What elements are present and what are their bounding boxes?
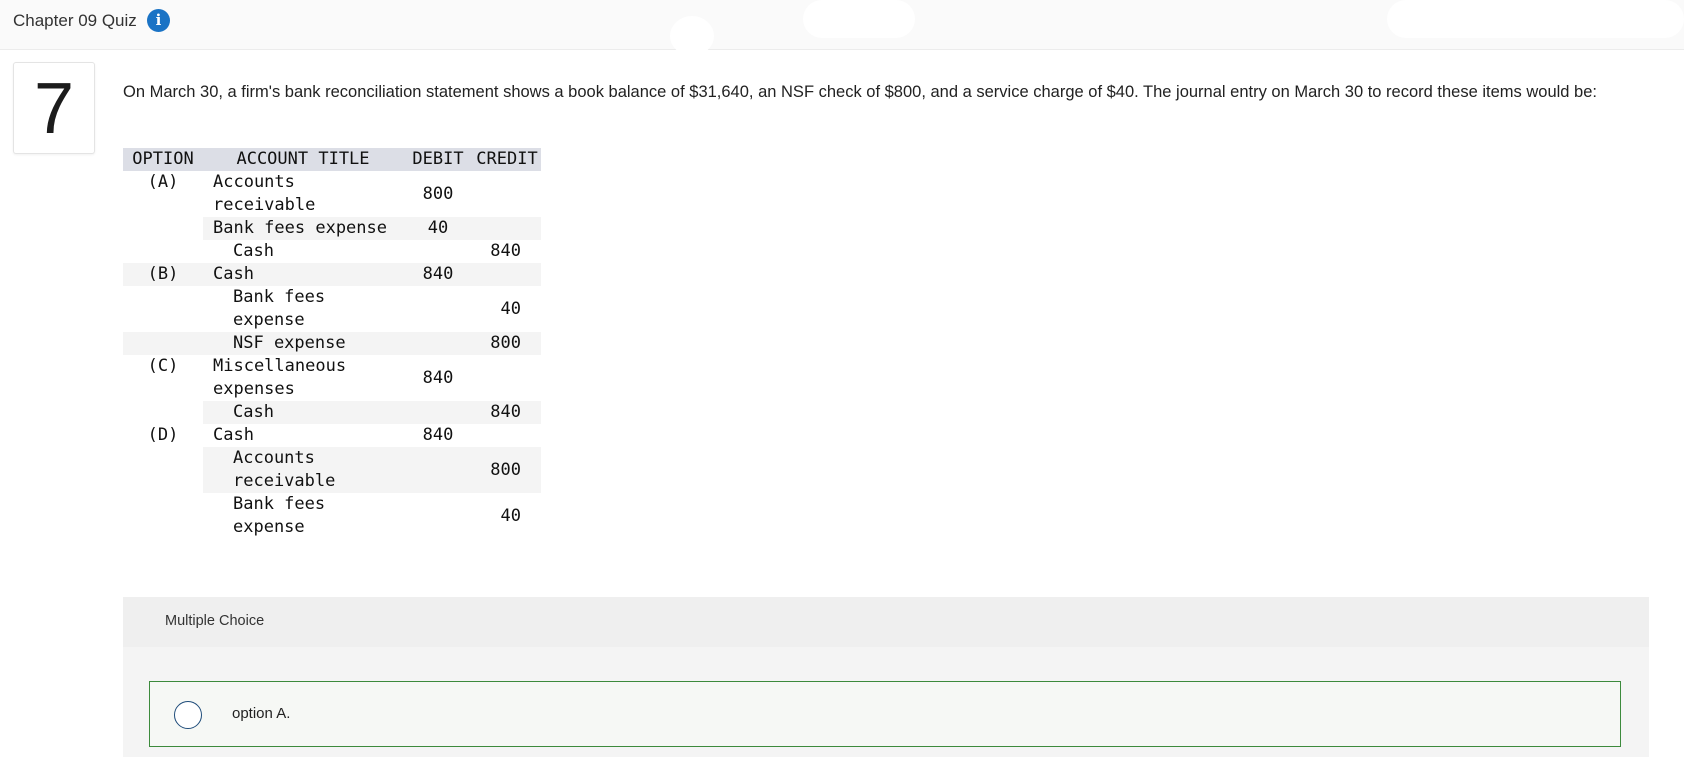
option-cell: (D) bbox=[147, 425, 179, 445]
table-row: Bank fees expense 40 bbox=[123, 493, 541, 539]
question-text: On March 30, a firm's bank reconciliatio… bbox=[123, 83, 1597, 101]
option-cell: (C) bbox=[147, 356, 179, 376]
credit-cell bbox=[473, 424, 541, 447]
account-cell: Accounts receivable bbox=[203, 447, 403, 493]
account-cell: Cash bbox=[233, 241, 274, 261]
header-decoration bbox=[1387, 0, 1684, 38]
credit-cell bbox=[473, 263, 541, 286]
account-cell: Miscellaneous expenses bbox=[213, 356, 347, 399]
answer-option-label: option A. bbox=[232, 705, 291, 722]
table-row: Cash 840 bbox=[123, 401, 541, 424]
debit-cell: 40 bbox=[403, 217, 473, 240]
question-type-label: Multiple Choice bbox=[165, 613, 265, 629]
column-header-debit: DEBIT bbox=[403, 148, 473, 171]
header-decoration bbox=[803, 0, 915, 38]
account-cell: NSF expense bbox=[203, 332, 403, 355]
answer-option-a[interactable]: option A. bbox=[149, 681, 1621, 747]
header-decoration bbox=[670, 16, 714, 56]
account-cell: Bank fees expense bbox=[203, 217, 403, 240]
radio-button-icon[interactable] bbox=[174, 701, 202, 729]
credit-cell: 40 bbox=[500, 298, 521, 319]
account-cell: Bank fees expense bbox=[233, 287, 326, 330]
debit-cell: 840 bbox=[422, 425, 454, 445]
debit-cell bbox=[403, 401, 473, 424]
answer-panel: Multiple Choice option A. bbox=[123, 597, 1649, 757]
option-cell: (B) bbox=[123, 263, 203, 286]
table-row: (A) Accounts receivable 800 bbox=[123, 171, 541, 217]
table-header-row: OPTION ACCOUNT TITLE DEBIT CREDIT bbox=[123, 148, 541, 171]
table-row: NSF expense 800 bbox=[123, 332, 541, 355]
account-cell: Cash bbox=[213, 425, 254, 445]
option-cell bbox=[123, 401, 203, 424]
option-cell: (A) bbox=[147, 172, 179, 192]
top-bar: Chapter 09 Quiz i bbox=[0, 0, 1684, 56]
credit-cell bbox=[473, 217, 541, 240]
option-cell bbox=[123, 332, 203, 355]
table-row: Cash 840 bbox=[123, 240, 541, 263]
question-number-box: 7 bbox=[13, 62, 95, 154]
debit-cell bbox=[403, 493, 473, 539]
answer-panel-header: Multiple Choice bbox=[123, 597, 1649, 647]
debit-cell: 800 bbox=[422, 183, 454, 204]
option-cell bbox=[123, 447, 203, 493]
credit-cell: 840 bbox=[490, 241, 521, 261]
credit-cell bbox=[473, 355, 541, 401]
table-row: (C) Miscellaneous expenses 840 bbox=[123, 355, 541, 401]
table-row: Bank fees expense 40 bbox=[123, 217, 541, 240]
option-cell bbox=[123, 240, 203, 263]
option-cell bbox=[123, 493, 203, 539]
account-cell: Cash bbox=[203, 401, 403, 424]
debit-cell bbox=[403, 286, 473, 332]
column-header-option: OPTION bbox=[123, 148, 203, 171]
credit-cell: 40 bbox=[500, 505, 521, 526]
account-cell: Bank fees expense bbox=[233, 494, 326, 537]
debit-cell: 840 bbox=[403, 263, 473, 286]
debit-cell bbox=[403, 332, 473, 355]
table-row: Accounts receivable 800 bbox=[123, 447, 541, 493]
journal-table: OPTION ACCOUNT TITLE DEBIT CREDIT (A) Ac… bbox=[123, 148, 541, 539]
column-header-credit: CREDIT bbox=[473, 148, 541, 171]
credit-cell bbox=[473, 171, 541, 217]
quiz-title: Chapter 09 Quiz bbox=[13, 11, 137, 30]
debit-cell bbox=[403, 447, 473, 493]
option-cell bbox=[123, 217, 203, 240]
question-number: 7 bbox=[33, 69, 75, 149]
table-row: (B) Cash 840 bbox=[123, 263, 541, 286]
table-row: Bank fees expense 40 bbox=[123, 286, 541, 332]
debit-cell: 840 bbox=[422, 367, 454, 388]
account-cell: Cash bbox=[203, 263, 403, 286]
column-header-account-title: ACCOUNT TITLE bbox=[203, 148, 403, 171]
info-icon[interactable]: i bbox=[147, 9, 170, 32]
account-cell: Accounts receivable bbox=[213, 172, 316, 215]
credit-cell: 800 bbox=[473, 332, 541, 355]
table-row: (D) Cash 840 bbox=[123, 424, 541, 447]
debit-cell bbox=[403, 240, 473, 263]
option-cell bbox=[123, 286, 203, 332]
credit-cell: 800 bbox=[473, 447, 541, 493]
credit-cell: 840 bbox=[473, 401, 541, 424]
